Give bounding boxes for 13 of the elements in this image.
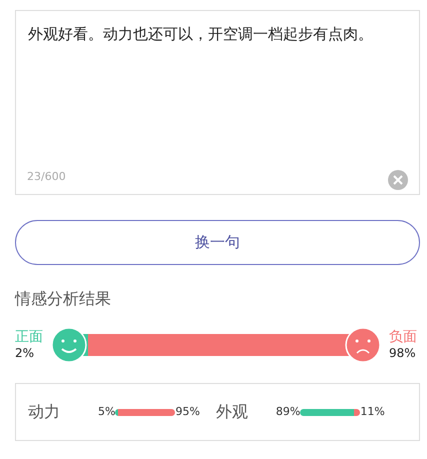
positive-percent: 5% [98, 404, 116, 420]
change-sentence-button[interactable]: 换一句 [15, 220, 420, 265]
negative-percent: 11% [360, 404, 385, 420]
positive-percent: 2% [15, 346, 36, 361]
negative-label: 负面 [389, 329, 417, 346]
positive-label: 正面 [15, 329, 43, 346]
character-counter: 23/600 [27, 168, 66, 185]
negative-percent: 95% [175, 404, 200, 420]
aspect-label: 外观 [216, 401, 249, 423]
positive-percent: 89% [276, 404, 300, 420]
negative-percent: 98% [389, 346, 417, 361]
aspect-label: 动力 [28, 401, 61, 423]
section-title: 情感分析结果 [15, 288, 112, 310]
